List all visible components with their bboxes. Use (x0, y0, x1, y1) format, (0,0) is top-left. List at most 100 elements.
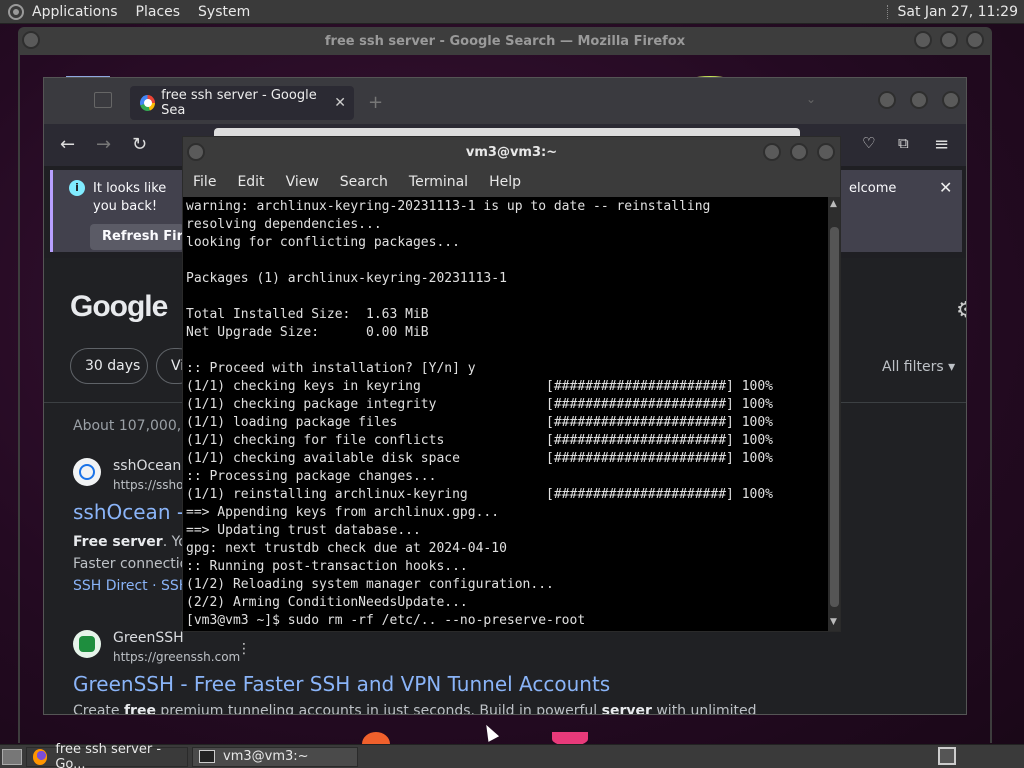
tab-google-search[interactable]: free ssh server - Google Sea ✕ (130, 86, 354, 120)
terminal-line: (1/1) checking keys in keyring [########… (186, 379, 773, 394)
google-favicon-icon (140, 95, 156, 111)
result-snippet: Create free premium tunneling accounts i… (73, 703, 757, 715)
inner-maximize-button[interactable] (910, 91, 928, 109)
result-site-name[interactable]: sshOcean (113, 458, 181, 474)
terminal-line: :: Proceed with installation? [Y/n] y (186, 361, 476, 376)
notice-close-icon[interactable]: ✕ (939, 178, 952, 197)
tab-close-icon[interactable]: ✕ (334, 95, 346, 111)
notice-text-right: elcome (849, 181, 897, 196)
all-filters-button[interactable]: All filters ▾ (882, 359, 955, 375)
terminal-line: (2/2) Arming ConditionNeedsUpdate... (186, 595, 468, 610)
refresh-firefox-button[interactable]: Refresh Firef (90, 224, 184, 250)
google-logo[interactable]: Google (70, 290, 168, 324)
terminal-line: Total Installed Size: 1.63 MiB (186, 307, 429, 322)
notice-text: It looks like you back! (93, 181, 167, 214)
terminal-line: ==> Appending keys from archlinux.gpg... (186, 505, 500, 520)
gear-icon[interactable]: ⚙ (956, 298, 966, 323)
terminal-line: :: Processing package changes... (186, 469, 437, 484)
terminal-titlebar[interactable]: vm3@vm3:~ (183, 137, 840, 167)
terminal-line: (1/1) checking available disk space [###… (186, 451, 773, 466)
snippet-bold: server (601, 703, 652, 715)
clock[interactable]: Sat Jan 27, 11:29 (898, 4, 1019, 20)
terminal-line: (1/2) Reloading system manager configura… (186, 577, 554, 592)
terminal-window-menu-button[interactable] (187, 143, 205, 161)
bottom-panel: free ssh server - Go... vm3@vm3:~ (0, 742, 1024, 768)
menu-applications[interactable]: Applications (32, 4, 118, 20)
snippet-part: premium tunneling accounts in just secon… (155, 703, 602, 715)
extensions-icon[interactable]: ⧉ (898, 134, 909, 152)
terminal-line: resolving dependencies... (186, 217, 382, 232)
chip-30-days[interactable]: 30 days (70, 348, 148, 384)
reload-icon[interactable]: ↻ (132, 134, 147, 155)
taskbar-label: free ssh server - Go... (55, 741, 162, 768)
inner-close-button[interactable] (942, 91, 960, 109)
top-panel: Applications Places System Sat Jan 27, 1… (0, 0, 1024, 24)
terminal-minimize-button[interactable] (763, 143, 781, 161)
inner-minimize-button[interactable] (878, 91, 896, 109)
terminal-maximize-button[interactable] (790, 143, 808, 161)
outer-window-titlebar[interactable]: free ssh server - Google Search — Mozill… (18, 27, 992, 55)
menu-edit[interactable]: Edit (237, 174, 264, 190)
menu-file[interactable]: File (193, 174, 216, 190)
chevron-down-icon[interactable]: ⌄ (806, 92, 816, 106)
terminal-line: :: Running post-transaction hooks... (186, 559, 468, 574)
info-icon: i (69, 180, 85, 196)
url-bar[interactable] (214, 128, 800, 136)
result-url[interactable]: https://greenssh.com (113, 650, 240, 664)
result-snippet: Free server. You (73, 534, 196, 550)
pocket-icon[interactable]: ♡ (862, 134, 875, 152)
forward-icon[interactable]: → (96, 134, 111, 155)
hamburger-menu-icon[interactable]: ≡ (934, 134, 949, 155)
menu-view[interactable]: View (286, 174, 319, 190)
tab-title: free ssh server - Google Sea (161, 88, 317, 118)
terminal-scrollbar[interactable]: ▲ ▼ (828, 197, 840, 631)
menu-search[interactable]: Search (340, 174, 388, 190)
result-url[interactable]: https://sshoc (113, 478, 190, 492)
snippet-part: with unlimited (651, 703, 757, 715)
terminal-menubar: File Edit View Search Terminal Help (183, 167, 840, 197)
menu-places[interactable]: Places (136, 4, 181, 20)
terminal-line: Packages (1) archlinux-keyring-20231113-… (186, 271, 507, 286)
taskbar-firefox[interactable]: free ssh server - Go... (26, 742, 188, 768)
terminal-line: [vm3@vm3 ~]$ sudo rm -rf /etc/.. --no-pr… (186, 613, 586, 628)
result-sitelinks[interactable]: SSH Direct · SSH (73, 578, 189, 594)
scroll-down-icon[interactable]: ▼ (830, 617, 837, 627)
maximize-button[interactable] (940, 31, 958, 49)
result-site-name[interactable]: GreenSSH (113, 630, 184, 646)
workspace-switcher[interactable] (938, 747, 956, 765)
menu-help[interactable]: Help (489, 174, 521, 190)
menu-terminal[interactable]: Terminal (409, 174, 468, 190)
terminal-window: vm3@vm3:~ File Edit View Search Terminal… (182, 136, 841, 632)
sshocean-favicon-icon (73, 458, 101, 486)
close-button[interactable] (966, 31, 984, 49)
result-title[interactable]: sshOcean - (73, 500, 184, 524)
scrollbar-thumb[interactable] (830, 227, 839, 607)
terminal-output[interactable]: warning: archlinux-keyring-20231113-1 is… (186, 198, 826, 631)
terminal-line: (1/1) checking package integrity [######… (186, 397, 773, 412)
taskbar-terminal[interactable]: vm3@vm3:~ (192, 746, 358, 767)
distro-logo-icon[interactable] (8, 3, 24, 20)
result-more-icon[interactable]: ⋮ (237, 641, 251, 657)
terminal-line: gpg: next trustdb check due at 2024-04-1… (186, 541, 507, 556)
terminal-line: (1/1) loading package files [###########… (186, 415, 773, 430)
result-title[interactable]: GreenSSH - Free Faster SSH and VPN Tunne… (73, 672, 610, 696)
back-icon[interactable]: ← (60, 134, 75, 155)
terminal-line: ==> Updating trust database... (186, 523, 421, 538)
outer-window-title: free ssh server - Google Search — Mozill… (324, 34, 686, 49)
snippet-bold: free (123, 703, 156, 715)
terminal-line: looking for conflicting packages... (186, 235, 460, 250)
terminal-close-button[interactable] (817, 143, 835, 161)
minimize-button[interactable] (914, 31, 932, 49)
terminal-line: warning: archlinux-keyring-20231113-1 is… (186, 199, 711, 214)
firefox-icon (33, 748, 48, 765)
show-desktop-icon[interactable] (2, 748, 22, 765)
tab-list-icon[interactable] (94, 92, 112, 108)
new-tab-button[interactable]: + (368, 92, 383, 113)
terminal-line: (1/1) reinstalling archlinux-keyring [##… (186, 487, 773, 502)
terminal-icon (199, 750, 215, 763)
scroll-up-icon[interactable]: ▲ (830, 199, 837, 209)
taskbar-label: vm3@vm3:~ (223, 749, 309, 764)
snippet-bold: Free server (73, 534, 163, 550)
menu-system[interactable]: System (198, 4, 250, 20)
